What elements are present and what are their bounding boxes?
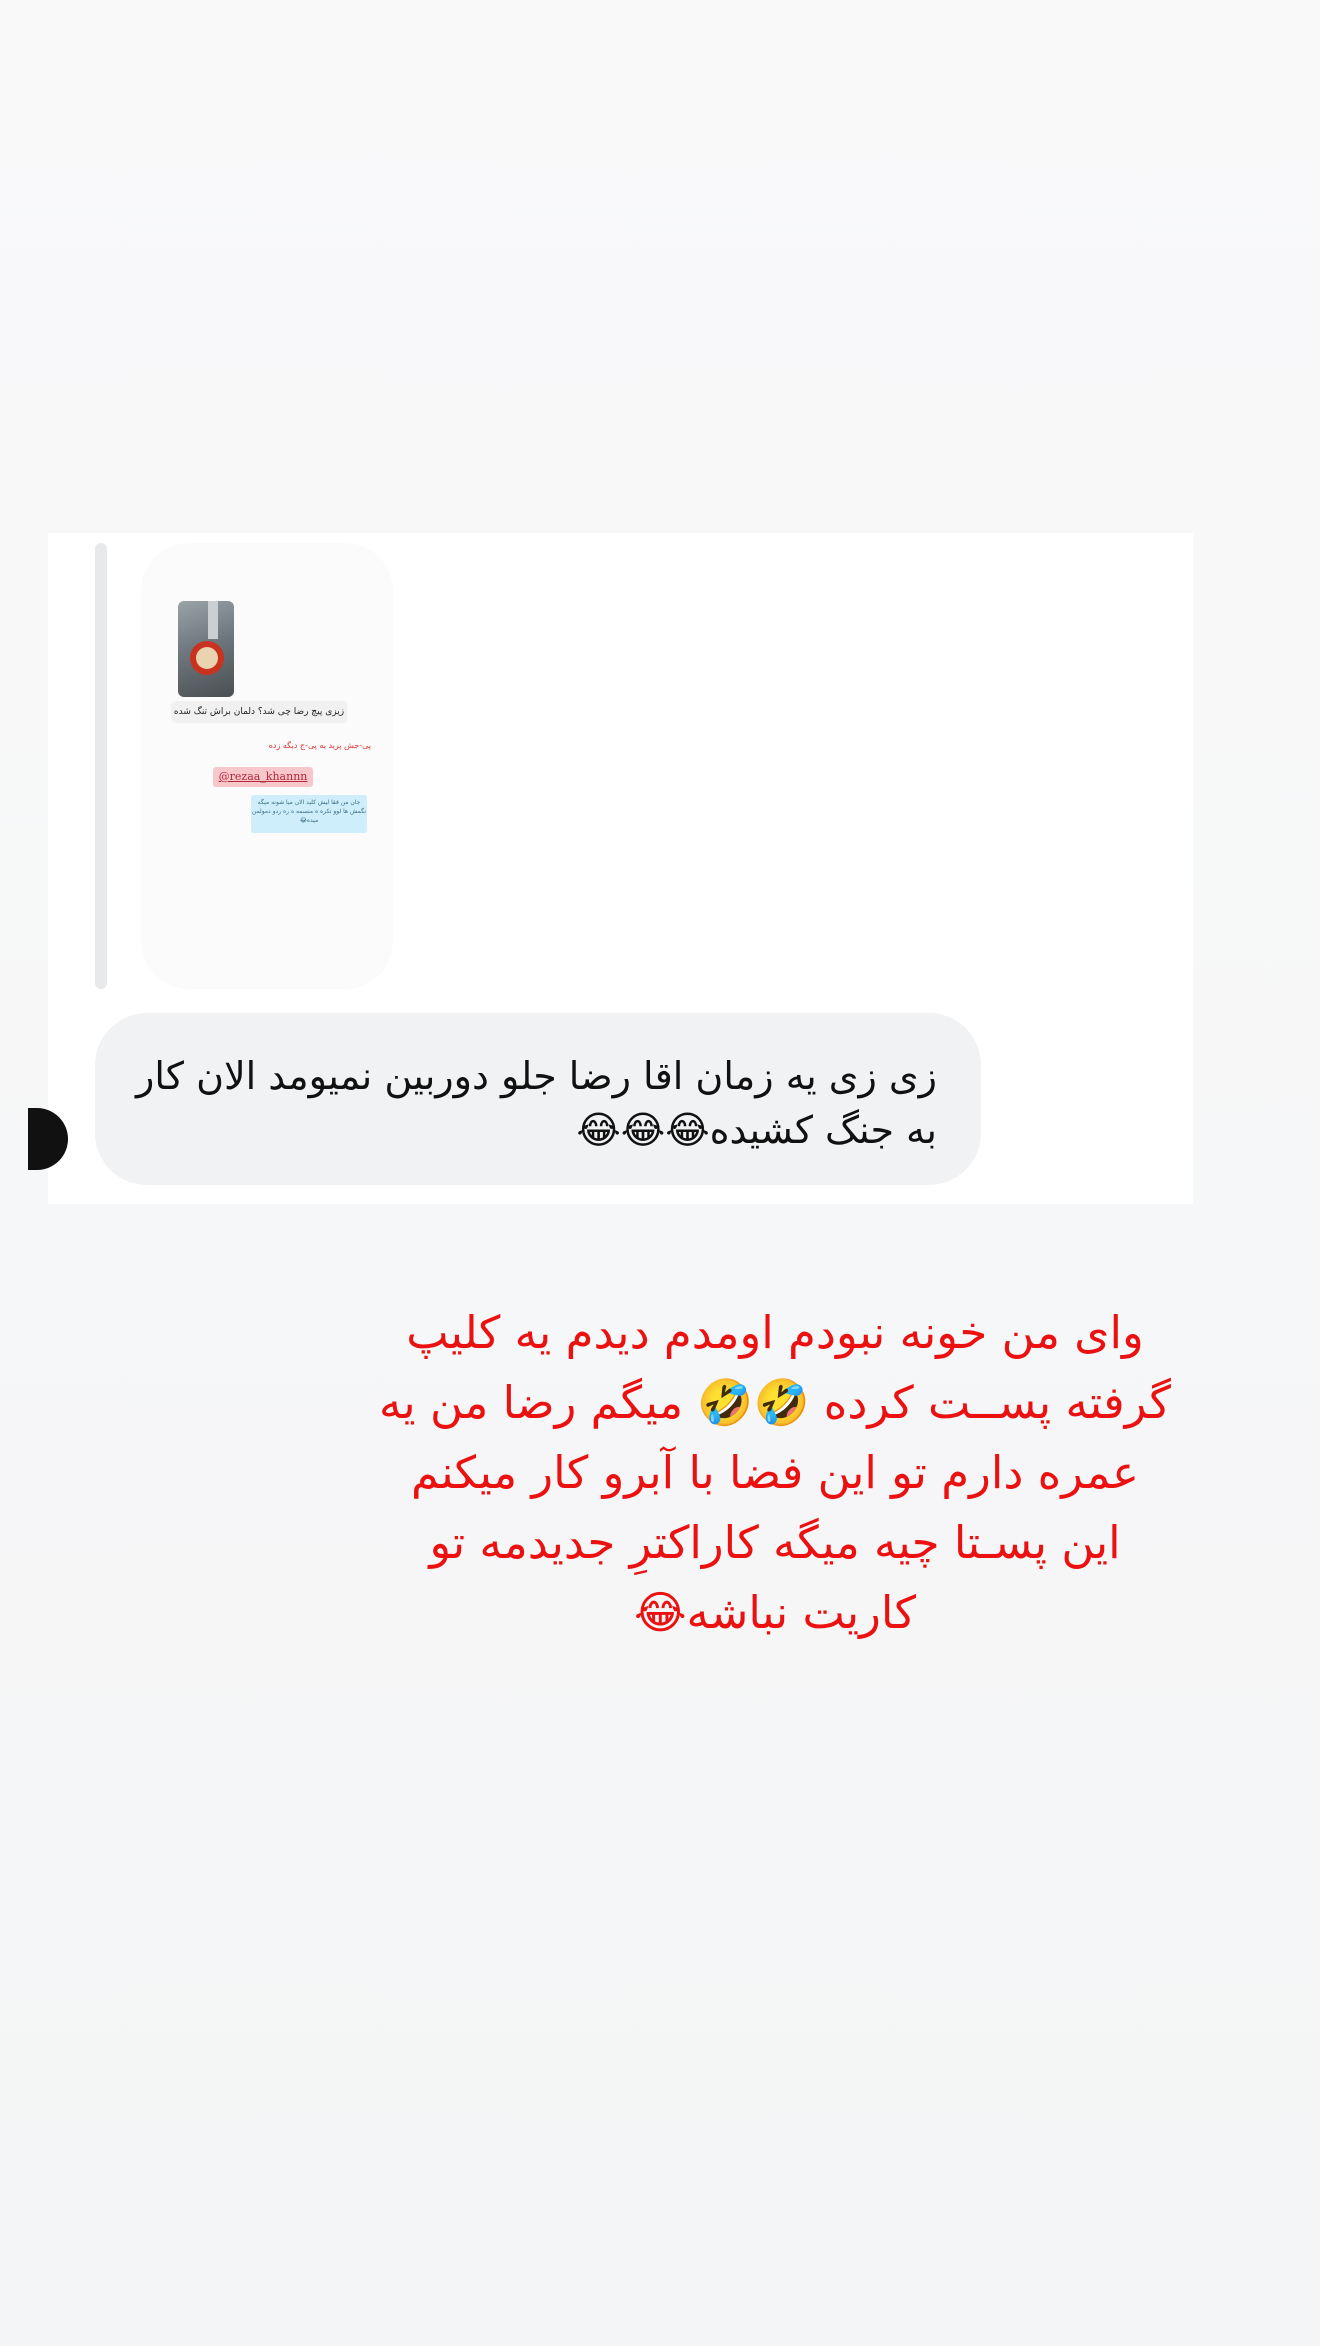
faucet-shape <box>208 601 218 639</box>
reply-message-text: زی زی یه زمان اقا رضا جلو دوربین نمیومد … <box>135 1054 937 1152</box>
story-canvas: زیزی پیچ رضا چی شد؟ دلمان براش تنگ شده پ… <box>0 0 1320 2346</box>
story-highlighted-note: جان من فقا لیش کلید الان میا شونه میگه ن… <box>251 795 367 833</box>
story-caption: زیزی پیچ رضا چی شد؟ دلمان براش تنگ شده <box>171 701 347 723</box>
story-mention-tag[interactable]: @rezaa_khannn <box>213 767 313 787</box>
story-reply-indicator-bar <box>95 543 107 989</box>
latte-foam-shape <box>196 647 218 669</box>
avatar-edge <box>28 1108 68 1170</box>
story-thumbnail-image <box>178 601 234 697</box>
story-red-text: پی-جش پرید یه پی-ج دیگه زده <box>268 741 371 750</box>
shared-story-preview[interactable]: زیزی پیچ رضا چی شد؟ دلمان براش تنگ شده پ… <box>141 543 393 989</box>
reply-message-bubble: زی زی یه زمان اقا رضا جلو دوربین نمیومد … <box>95 1013 981 1185</box>
dm-screenshot-card: زیزی پیچ رضا چی شد؟ دلمان براش تنگ شده پ… <box>28 533 1193 1204</box>
story-overlay-caption: وای من خونه نبودم اومدم دیدم یه کلیپ گرف… <box>379 1306 1171 1639</box>
